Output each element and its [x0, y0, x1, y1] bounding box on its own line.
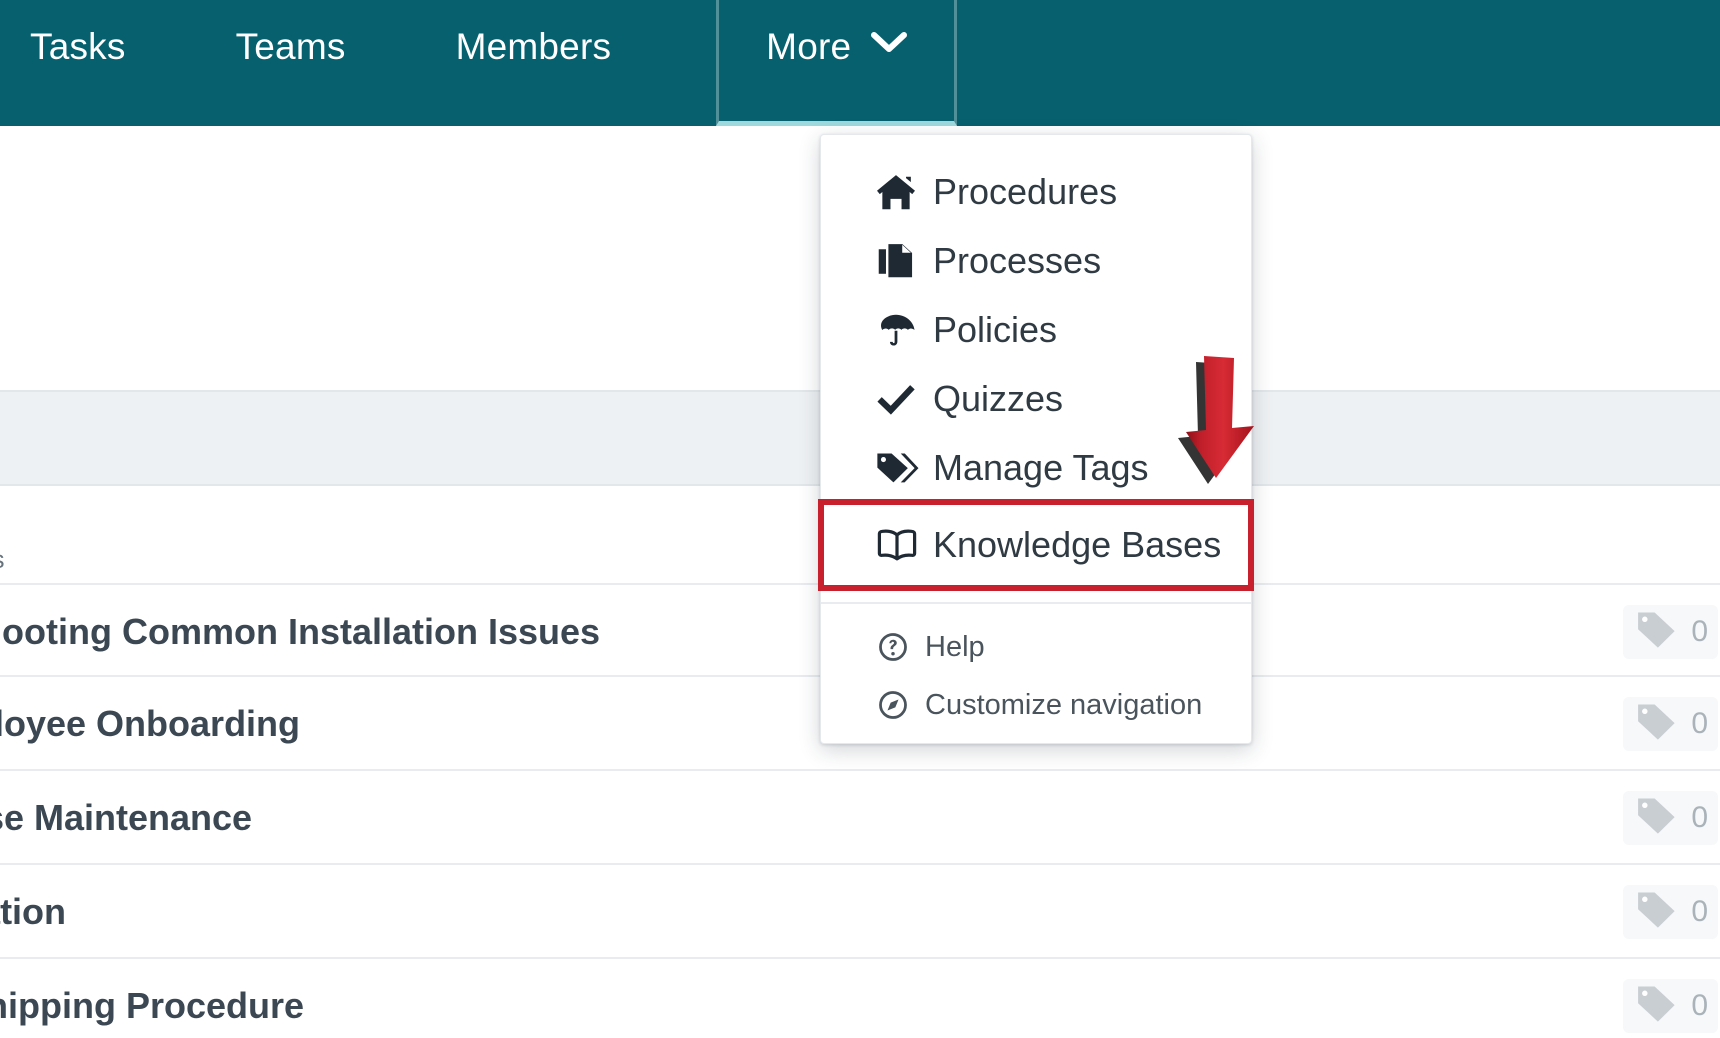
- chevron-down-icon: [871, 31, 908, 53]
- nav-tab-label: More: [766, 26, 852, 67]
- nav-tab-label: Members: [455, 26, 612, 67]
- nav-tab-members[interactable]: Members: [456, 0, 612, 126]
- menu-item-procedures[interactable]: Procedures: [821, 157, 1251, 226]
- row-tag-count: 0: [1691, 895, 1708, 928]
- umbrella-icon: [875, 311, 925, 349]
- open-book-icon: [875, 526, 925, 564]
- row-title: mployee Onboarding: [0, 703, 301, 744]
- list-minor-label: s: [0, 546, 5, 575]
- menu-item-help[interactable]: Help: [821, 618, 1251, 676]
- app-root: Recently Edited Fi s eshooting Common In…: [0, 0, 1720, 1038]
- tag-icon: [1635, 984, 1679, 1029]
- table-row[interactable]: ouse Maintenance 0: [0, 771, 1720, 865]
- menu-item-label: Policies: [933, 308, 1058, 350]
- row-tag-count: 0: [1691, 707, 1708, 740]
- row-tag-count: 0: [1691, 989, 1708, 1022]
- row-tag-count: 0: [1691, 801, 1708, 834]
- menu-item-customize-navigation[interactable]: Customize navigation: [821, 676, 1251, 734]
- copy-files-icon: [875, 242, 925, 280]
- row-tag-chip[interactable]: 0: [1623, 791, 1718, 845]
- top-navigation-bar: Tasks Teams Members More: [0, 0, 1720, 126]
- menu-item-label: Procedures: [933, 170, 1118, 212]
- row-tag-chip[interactable]: 0: [1623, 979, 1718, 1033]
- menu-item-manage-tags[interactable]: Manage Tags: [821, 433, 1251, 502]
- row-title: ouse Maintenance: [0, 797, 253, 838]
- tag-icon: [1635, 890, 1679, 935]
- table-row[interactable]: t Shipping Procedure 0: [0, 959, 1720, 1038]
- tag-icon: [1635, 610, 1679, 655]
- nav-tab-label: Teams: [235, 26, 346, 67]
- row-title: t Shipping Procedure: [0, 985, 305, 1026]
- check-icon: [875, 380, 925, 418]
- nav-tab-list: Tasks Teams Members More: [0, 0, 958, 126]
- row-tag-chip[interactable]: 0: [1623, 605, 1718, 659]
- menu-item-knowledge-bases[interactable]: Knowledge Bases: [818, 499, 1254, 591]
- tag-icon: [1635, 702, 1679, 747]
- menu-item-quizzes[interactable]: Quizzes: [821, 364, 1251, 433]
- menu-item-label: Knowledge Bases: [933, 524, 1222, 565]
- more-dropdown-menu: Procedures Processes Policies Quizzes Ma…: [818, 134, 1254, 744]
- table-row[interactable]: acation 0: [0, 865, 1720, 959]
- menu-item-policies[interactable]: Policies: [821, 295, 1251, 364]
- more-menu-items: Procedures Processes Policies Quizzes Ma…: [818, 135, 1254, 734]
- row-tag-chip[interactable]: 0: [1623, 885, 1718, 939]
- menu-item-label: Quizzes: [933, 377, 1064, 419]
- nav-tab-teams[interactable]: Teams: [236, 0, 346, 126]
- menu-divider: [821, 602, 1251, 604]
- nav-tab-label: Tasks: [30, 26, 126, 67]
- compass-icon: [875, 689, 919, 721]
- nav-tab-more[interactable]: More: [716, 0, 958, 126]
- question-circle-icon: [875, 631, 919, 663]
- home-icon: [875, 173, 925, 211]
- row-title: acation: [0, 891, 67, 932]
- nav-tab-tasks[interactable]: Tasks: [0, 0, 156, 126]
- row-title: eshooting Common Installation Issues: [0, 611, 601, 652]
- row-tag-chip[interactable]: 0: [1623, 697, 1718, 751]
- tag-icon: [875, 449, 925, 487]
- tag-icon: [1635, 796, 1679, 841]
- menu-item-label: Processes: [933, 239, 1102, 281]
- menu-item-processes[interactable]: Processes: [821, 226, 1251, 295]
- menu-item-label: Customize navigation: [925, 688, 1203, 721]
- menu-item-label: Help: [925, 630, 985, 663]
- menu-item-label: Manage Tags: [933, 446, 1149, 488]
- row-tag-count: 0: [1691, 615, 1708, 648]
